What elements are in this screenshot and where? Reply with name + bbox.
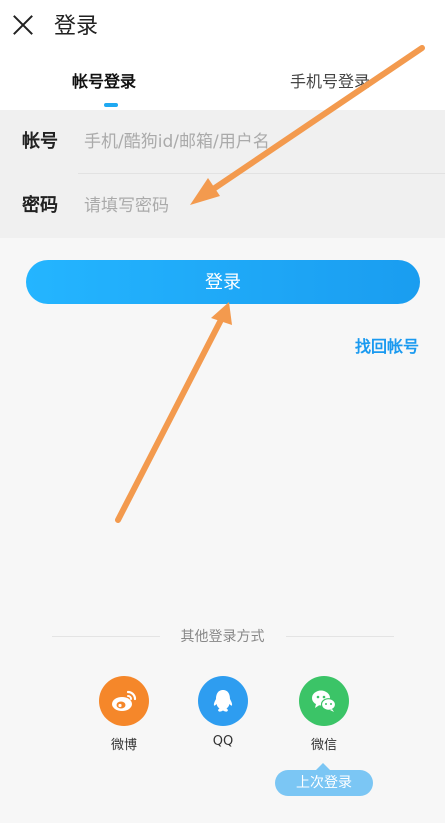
qq-label: QQ (212, 734, 234, 749)
account-label: 帐号 (22, 131, 58, 152)
annotation-arrow-to-login (115, 302, 232, 523)
last-login-badge: 上次登录 (275, 763, 373, 796)
weibo-icon (99, 676, 149, 726)
header: 登录 (0, 0, 445, 58)
tab-account-login[interactable]: 帐号登录 (72, 70, 136, 94)
weibo-label: 微博 (110, 738, 137, 753)
qq-icon (198, 676, 248, 726)
wechat-login-button[interactable]: 微信 (294, 676, 354, 753)
account-row: 帐号 (0, 110, 445, 174)
password-row: 密码 (0, 174, 445, 238)
login-form: 帐号 密码 (0, 110, 445, 238)
account-input[interactable] (84, 126, 424, 158)
qq-login-button[interactable]: QQ (193, 676, 253, 749)
login-tabs: 帐号登录 手机号登录 (0, 58, 445, 110)
separator-right (286, 636, 394, 637)
page-title: 登录 (54, 14, 99, 39)
tab-phone-login[interactable]: 手机号登录 (290, 70, 370, 94)
tab-active-indicator (104, 103, 118, 107)
recover-account-link[interactable]: 找回帐号 (355, 333, 419, 357)
wechat-icon (299, 676, 349, 726)
wechat-label: 微信 (310, 738, 337, 753)
close-icon[interactable] (10, 12, 36, 38)
weibo-login-button[interactable]: 微博 (94, 676, 154, 753)
login-button[interactable]: 登录 (26, 260, 420, 304)
password-input[interactable] (84, 190, 424, 222)
password-label: 密码 (22, 195, 58, 216)
